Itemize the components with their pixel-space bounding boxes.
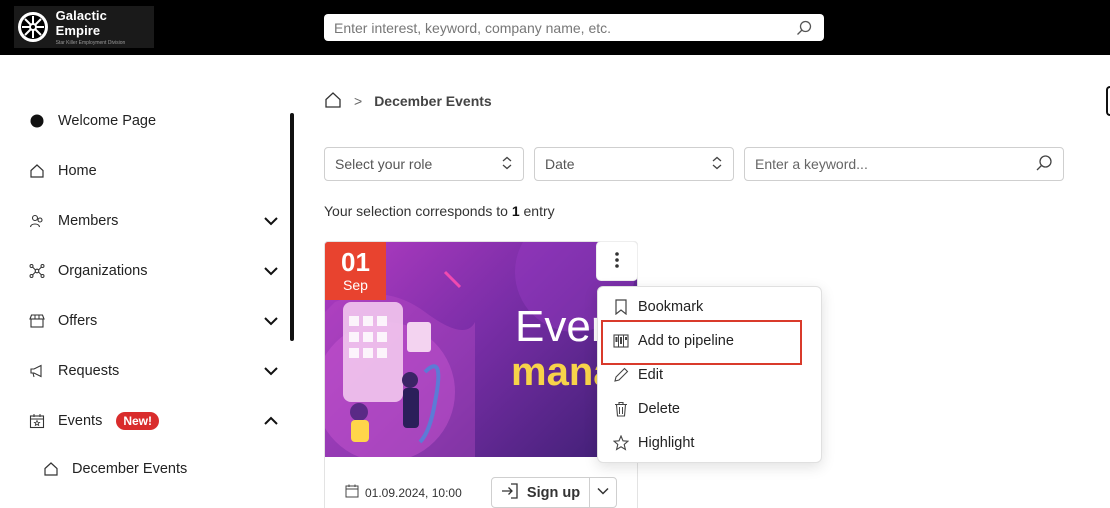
- sidebar-scrollbar[interactable]: [290, 113, 294, 341]
- logo[interactable]: Galactic Empire Star Killer Employment D…: [14, 6, 154, 48]
- sidebar-item-label: Home: [58, 163, 97, 179]
- selection-highlight-box: [601, 320, 802, 365]
- sidebar-item-label: Offers: [58, 313, 98, 329]
- breadcrumb: > December Events: [324, 90, 492, 112]
- chevron-down-icon[interactable]: [263, 363, 279, 379]
- pencil-icon: [612, 366, 630, 384]
- home-icon[interactable]: [324, 91, 342, 112]
- sidebar: Welcome Page Home Members Organizations …: [0, 55, 300, 508]
- sign-up-button[interactable]: Sign up: [491, 477, 590, 508]
- menu-item-label: Edit: [638, 367, 663, 383]
- logo-subtitle: Star Killer Employment Division: [55, 40, 126, 46]
- global-search: [324, 14, 824, 41]
- menu-item-bookmark[interactable]: Bookmark: [612, 294, 807, 320]
- event-image: 01 Sep Even mana: [325, 242, 637, 457]
- sidebar-item-members[interactable]: Members: [28, 206, 283, 236]
- result-suffix: entry: [519, 203, 555, 219]
- sort-arrows-icon: [711, 156, 723, 173]
- sidebar-item-label: Members: [58, 213, 119, 229]
- calendar-icon: [345, 484, 359, 501]
- chevron-up-icon[interactable]: [263, 413, 279, 429]
- event-datetime: 01.09.2024, 10:00: [345, 484, 462, 501]
- menu-item-label: Highlight: [638, 435, 695, 451]
- bookmark-icon: [612, 298, 630, 316]
- calendar-star-icon: [28, 412, 46, 430]
- event-card[interactable]: 01 Sep Even mana: [324, 241, 638, 508]
- sidebar-subitem-december-events[interactable]: December Events: [42, 454, 282, 484]
- breadcrumb-separator: >: [354, 93, 363, 109]
- organizations-icon: [28, 262, 46, 280]
- menu-item-highlight[interactable]: Highlight: [612, 430, 807, 456]
- search-icon[interactable]: [794, 18, 814, 38]
- chevron-down-icon[interactable]: [263, 213, 279, 229]
- result-count-text: Your selection corresponds to 1 entry: [324, 203, 555, 219]
- event-date-badge: 01 Sep: [325, 242, 386, 300]
- sidebar-item-label: Welcome Page: [58, 113, 157, 129]
- menu-item-delete[interactable]: Delete: [612, 396, 807, 422]
- sidebar-item-organizations[interactable]: Organizations: [28, 256, 283, 286]
- side-panel-tab[interactable]: [1106, 86, 1110, 116]
- date-select[interactable]: Date: [534, 147, 734, 181]
- search-icon[interactable]: [1035, 154, 1053, 175]
- date-select-label: Date: [545, 156, 575, 172]
- sign-up-label: Sign up: [526, 484, 581, 501]
- logo-title: Galactic Empire: [55, 8, 107, 38]
- trash-icon: [612, 400, 630, 418]
- chevron-down-icon: [596, 484, 610, 501]
- sidebar-item-requests[interactable]: Requests: [28, 356, 283, 386]
- chevron-down-icon[interactable]: [263, 263, 279, 279]
- empire-emblem-icon: [18, 12, 48, 42]
- dot-icon: [28, 112, 46, 130]
- breadcrumb-current: December Events: [374, 93, 492, 109]
- star-icon: [612, 434, 630, 452]
- home-icon: [28, 162, 46, 180]
- sidebar-item-label: Events: [58, 413, 103, 429]
- members-icon: [28, 212, 46, 230]
- sidebar-item-home[interactable]: Home: [28, 156, 283, 186]
- sidebar-item-label: December Events: [72, 461, 188, 477]
- event-datetime-text: 01.09.2024, 10:00: [365, 485, 462, 500]
- keyword-input[interactable]: [755, 156, 1035, 172]
- kebab-menu-icon: [615, 251, 619, 271]
- result-count: 1: [511, 203, 520, 219]
- store-icon: [28, 312, 46, 330]
- sort-arrows-icon: [501, 156, 513, 173]
- event-month: Sep: [343, 277, 368, 293]
- role-select[interactable]: Select your role: [324, 147, 524, 181]
- top-bar: Galactic Empire Star Killer Employment D…: [0, 0, 1110, 55]
- sidebar-item-welcome-page[interactable]: Welcome Page: [28, 106, 283, 136]
- role-select-label: Select your role: [335, 156, 433, 172]
- keyword-search: [744, 147, 1064, 181]
- menu-item-label: Delete: [638, 401, 680, 417]
- megaphone-icon: [28, 362, 46, 380]
- more-options-button[interactable]: [597, 242, 637, 280]
- global-search-input[interactable]: [334, 19, 794, 36]
- sidebar-item-events[interactable]: Events New!: [28, 406, 283, 436]
- chevron-down-icon[interactable]: [263, 313, 279, 329]
- menu-item-edit[interactable]: Edit: [612, 362, 807, 388]
- event-day: 01: [341, 247, 370, 277]
- sign-in-arrow-icon: [501, 482, 519, 504]
- card-options-menu: Bookmark Add to pipeline Edit Delete Hig…: [597, 286, 822, 463]
- sign-up-dropdown-button[interactable]: [589, 477, 617, 508]
- result-prefix: Your selection corresponds to: [324, 203, 512, 219]
- sidebar-item-offers[interactable]: Offers: [28, 306, 283, 336]
- sidebar-item-label: Organizations: [58, 263, 148, 279]
- sidebar-item-label: Requests: [58, 363, 120, 379]
- new-badge: New!: [116, 412, 160, 430]
- menu-item-label: Bookmark: [638, 299, 704, 315]
- home-icon: [42, 460, 60, 478]
